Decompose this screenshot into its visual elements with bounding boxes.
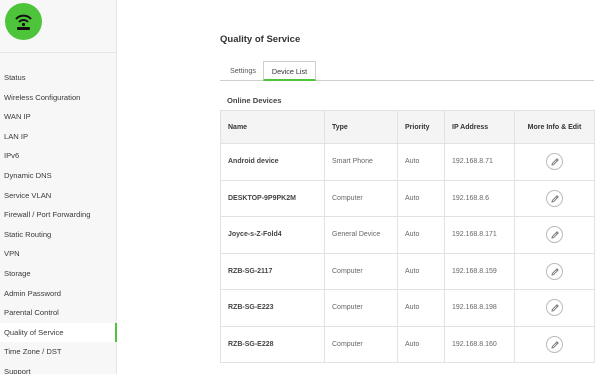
sidebar-item-ipv6[interactable]: IPv6 [0,146,117,166]
table-row: RZB-SG-2117 Computer Auto 192.168.8.159 [220,252,595,290]
sidebar-item-service-vlan[interactable]: Service VLAN [0,186,117,206]
device-name: DESKTOP-9P9PK2M [220,179,325,217]
column-header-type: Type [324,110,398,144]
column-header-ip: IP Address [444,110,515,144]
device-type: General Device [324,216,398,254]
device-name: RZB-SG-E223 [220,289,325,327]
edit-cell [514,325,595,363]
edit-cell [514,252,595,290]
device-type: Computer [324,289,398,327]
edit-button[interactable] [546,335,563,353]
tab-bar: Settings Device List [220,61,594,81]
sidebar-item-status[interactable]: Status [0,68,117,88]
device-type: Computer [324,179,398,217]
device-name: Joyce-s-Z-Fold4 [220,216,325,254]
sidebar-item-wan-ip[interactable]: WAN IP [0,107,117,127]
device-type: Computer [324,252,398,290]
edit-cell [514,143,595,181]
device-table: Name Type Priority IP Address More Info … [220,110,595,363]
edit-cell [514,216,595,254]
sidebar-item-lan-ip[interactable]: LAN IP [0,127,117,147]
edit-cell [514,289,595,327]
device-type: Computer [324,325,398,363]
edit-button[interactable] [546,189,563,207]
table-row: Android device Smart Phone Auto 192.168.8.7… [220,143,595,181]
column-header-more-info: More Info & Edit [514,110,595,144]
edit-button[interactable] [546,299,563,317]
table-header-row: Name Type Priority IP Address More Info … [220,110,595,144]
sidebar-item-storage[interactable]: Storage [0,264,117,284]
pencil-icon [551,194,559,203]
device-ip: 192.168.8.171 [444,216,515,254]
sidebar-item-support[interactable]: Support [0,362,117,374]
table-row: DESKTOP-9P9PK2M Computer Auto 192.168.8.6 [220,179,595,217]
column-header-name: Name [220,110,325,144]
sidebar: Status Wireless Configuration WAN IP LAN… [0,0,117,374]
device-ip: 192.168.8.6 [444,179,515,217]
sidebar-item-time-zone[interactable]: Time Zone / DST [0,342,117,362]
table-row: RZB-SG-E228 Computer Auto 192.168.8.160 [220,325,595,363]
pencil-icon [551,340,559,349]
edit-button[interactable] [546,153,563,171]
edit-button[interactable] [546,262,563,280]
edit-button[interactable] [546,226,563,244]
sidebar-nav: Status Wireless Configuration WAN IP LAN… [0,68,117,374]
device-ip: 192.168.8.160 [444,325,515,363]
device-ip: 192.168.8.71 [444,143,515,181]
device-name: Android device [220,143,325,181]
sidebar-item-quality-of-service[interactable]: Quality of Service [0,322,117,343]
sidebar-item-firewall[interactable]: Firewall / Port Forwarding [0,205,117,225]
tab-settings[interactable]: Settings [223,61,263,81]
device-priority: Auto [397,252,445,290]
sidebar-item-wireless-configuration[interactable]: Wireless Configuration [0,88,117,108]
sidebar-item-static-routing[interactable]: Static Routing [0,225,117,245]
device-priority: Auto [397,325,445,363]
logo-area [0,0,116,53]
sidebar-item-vpn[interactable]: VPN [0,244,117,264]
sidebar-item-admin-password[interactable]: Admin Password [0,284,117,304]
pencil-icon [551,158,559,166]
device-priority: Auto [397,179,445,217]
device-type: Smart Phone [324,143,398,181]
table-row: RZB-SG-E223 Computer Auto 192.168.8.198 [220,289,595,327]
device-name: RZB-SG-E228 [220,325,325,363]
device-ip: 192.168.8.198 [444,289,515,327]
device-priority: Auto [397,216,445,254]
device-name: RZB-SG-2117 [220,252,325,290]
table-row: Joyce-s-Z-Fold4 General Device Auto 192.168… [220,216,595,254]
wifi-router-icon [5,3,42,40]
column-header-priority: Priority [397,110,445,144]
device-priority: Auto [397,143,445,181]
section-title: Online Devices [227,96,282,105]
pencil-icon [551,304,559,312]
sidebar-item-parental-control[interactable]: Parental Control [0,303,117,323]
pencil-icon [551,231,559,239]
pencil-icon [551,267,559,276]
device-priority: Auto [397,289,445,327]
sidebar-item-dynamic-dns[interactable]: Dynamic DNS [0,166,117,186]
device-ip: 192.168.8.159 [444,252,515,290]
tab-device-list[interactable]: Device List [263,61,316,81]
edit-cell [514,179,595,217]
page-title: Quality of Service [220,34,301,45]
